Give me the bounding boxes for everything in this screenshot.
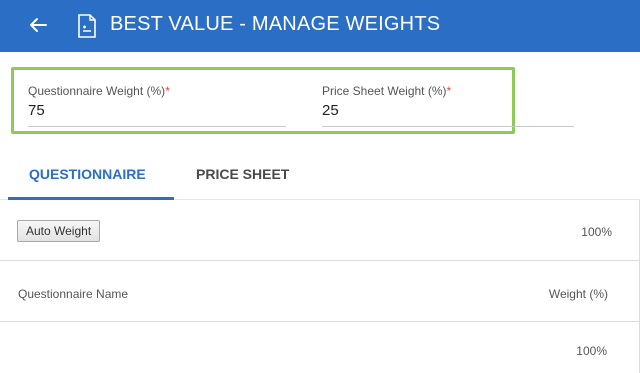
price-sheet-weight-field[interactable]: Price Sheet Weight (%)* 25	[322, 84, 451, 119]
arrow-left-icon[interactable]	[24, 11, 52, 39]
auto-weight-button[interactable]: Auto Weight	[17, 220, 101, 242]
total-weight-bottom: 100%	[576, 344, 607, 358]
questionnaire-weight-field[interactable]: Questionnaire Weight (%)* 75	[28, 84, 170, 119]
document-icon	[78, 14, 96, 38]
auto-weight-row: Auto Weight 100%	[0, 200, 639, 261]
price-sheet-weight-input[interactable]: 25	[322, 102, 451, 119]
tab-questionnaire[interactable]: QUESTIONNAIRE	[29, 166, 146, 182]
tab-price-sheet[interactable]: PRICE SHEET	[196, 166, 289, 182]
column-header-weight[interactable]: Weight (%)	[549, 287, 608, 301]
questionnaire-weight-underline	[28, 126, 286, 127]
questionnaire-weight-input[interactable]: 75	[28, 102, 170, 119]
app-header: BEST VALUE - MANAGE WEIGHTS	[0, 0, 640, 52]
price-sheet-weight-label: Price Sheet Weight (%)*	[322, 84, 452, 98]
questionnaire-weight-label: Questionnaire Weight (%)*	[28, 84, 170, 98]
required-mark: *	[165, 84, 170, 98]
table-total-row: 100%	[0, 322, 639, 373]
table-header-row: Questionnaire Name Weight (%)	[0, 261, 639, 322]
weights-section: Questionnaire Weight (%)* 75 Price Sheet…	[0, 52, 640, 152]
required-mark: *	[446, 84, 452, 98]
page-title: BEST VALUE - MANAGE WEIGHTS	[110, 13, 441, 35]
tab-bar: QUESTIONNAIRE PRICE SHEET	[0, 152, 640, 200]
price-sheet-weight-underline	[322, 126, 574, 127]
questionnaire-panel: Auto Weight 100% Questionnaire Name Weig…	[0, 200, 640, 373]
total-weight-top: 100%	[581, 225, 612, 239]
column-header-name[interactable]: Questionnaire Name	[18, 287, 128, 301]
